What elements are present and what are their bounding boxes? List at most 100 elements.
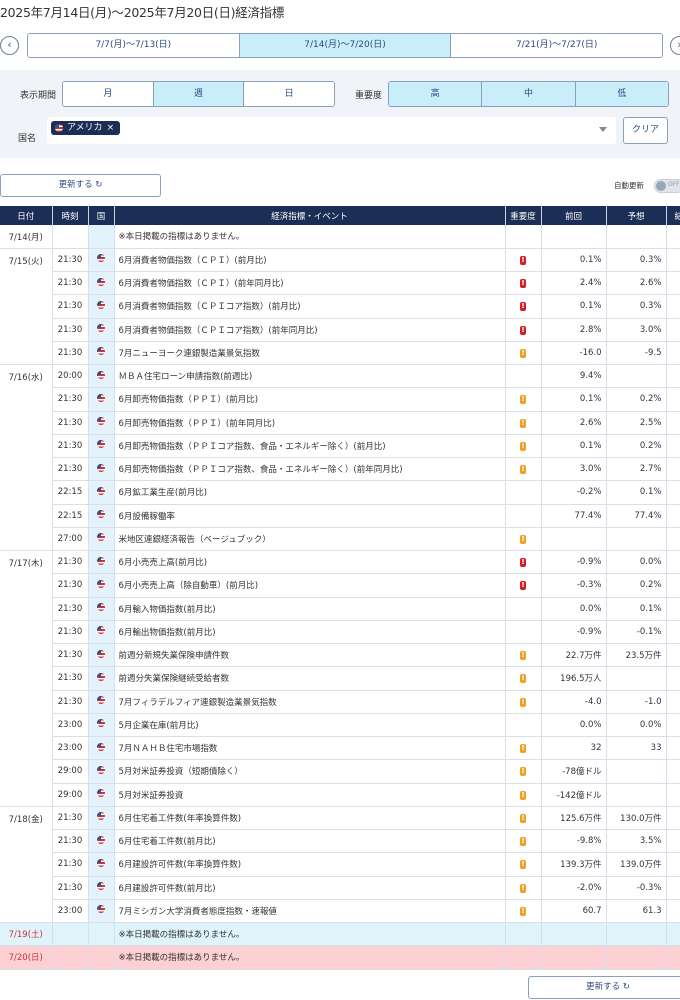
date-cell: 7/16(水) (0, 364, 53, 551)
importance-cell: ! (505, 783, 542, 807)
table-row[interactable]: 23:00 7月ミシガン大学消費者態度指数・速報値! 60.7 61.3 (0, 899, 680, 924)
week-tab-next[interactable]: 7/21(月)～7/27(日) (451, 34, 662, 57)
table-row[interactable]: 21:30 6月消費者物価指数（ＣＰＩコア指数）(前月比)! 0.1% 0.3% (0, 294, 680, 319)
table-row[interactable]: 21:30 6月卸売物価指数（ＰＰＩ）(前年同月比)! 2.6% 2.5% (0, 411, 680, 435)
medium-importance-icon: ! (520, 790, 526, 800)
event-name[interactable]: 6月消費者物価指数（ＣＰＩコア指数）(前年同月比) (114, 318, 506, 342)
event-name[interactable]: 6月住宅着工件数(前月比) (114, 829, 506, 854)
event-name[interactable]: 5月対米証券投資（短期債除く） (114, 759, 506, 784)
table-row[interactable]: 7/18(金) 21:30 6月住宅着工件数(年率換算件数)! 125.6万件 130.… (0, 806, 680, 924)
country-cell (88, 736, 115, 761)
importance-low[interactable]: 低 (575, 82, 668, 106)
table-row[interactable]: 21:30 6月消費者物価指数（ＣＰＩコア指数）(前年同月比)! 2.8% 3.0% (0, 318, 680, 342)
event-name[interactable]: 6月輸入物価指数(前月比) (114, 597, 506, 621)
importance-high[interactable]: 高 (389, 82, 483, 106)
event-name[interactable]: 6月住宅着工件数(年率換算件数) (114, 806, 506, 831)
date-cell: 7/17(木) (0, 550, 53, 807)
table-row[interactable]: 7/16(水) 20:00 ＭＢＡ住宅ローン申請指数(前週比) 9.4% (0, 364, 680, 551)
table-row[interactable]: 21:30 前週分失業保険継続受給者数! 196.5万人 (0, 666, 680, 691)
table-row[interactable]: 21:30 6月住宅着工件数(前月比)! -9.8% 3.5% (0, 829, 680, 854)
auto-refresh-toggle[interactable]: OFF (654, 179, 680, 193)
importance-medium[interactable]: 中 (482, 82, 576, 106)
result-value (666, 573, 680, 598)
table-row[interactable]: 21:30 6月輸入物価指数(前月比) 0.0% 0.1% (0, 597, 680, 621)
week-tab-prev[interactable]: 7/7(月)～7/13(日) (28, 34, 240, 57)
event-name[interactable]: 6月消費者物価指数（ＣＰＩコア指数）(前月比) (114, 294, 506, 319)
table-row[interactable]: 29:00 5月対米証券投資! -142億ドル (0, 783, 680, 807)
event-name[interactable]: 6月建設許可件数(年率換算件数) (114, 852, 506, 877)
time-cell: 21:30 (52, 411, 89, 435)
period-month[interactable]: 月 (63, 82, 154, 106)
table-row[interactable]: 7/15(火) 21:30 6月消費者物価指数（ＣＰＩ）(前月比)! 0.1% 0.3% (0, 248, 680, 366)
table-row[interactable]: 22:15 6月鉱工業生産(前月比) -0.2% 0.1% (0, 480, 680, 505)
table-row[interactable]: 21:30 6月輸出物価指数(前月比) -0.9% -0.1% (0, 620, 680, 645)
event-name[interactable]: 5月対米証券投資 (114, 783, 506, 807)
table-row[interactable]: 29:00 5月対米証券投資（短期債除く）! -78億ドル (0, 759, 680, 784)
country-cell (88, 922, 115, 947)
table-row[interactable]: 7/17(木) 21:30 6月小売売上高(前月比)! -0.9% 0.0% (0, 550, 680, 807)
event-name[interactable]: 6月小売売上高（除自動車）(前月比) (114, 573, 506, 598)
table-row[interactable]: 27:00 米地区連銀経済報告（ベージュブック）! (0, 527, 680, 552)
us-flag-icon (97, 254, 105, 263)
event-name[interactable]: 7月ＮＡＨＢ住宅市場指数 (114, 736, 506, 761)
previous-value: -0.2% (541, 480, 607, 505)
country-select[interactable]: アメリカ × (47, 117, 616, 144)
table-row[interactable]: 21:30 6月卸売物価指数（ＰＰＩコア指数、食品・エネルギー除く）(前年同月比)… (0, 457, 680, 482)
result-value (666, 411, 680, 435)
us-flag-icon (97, 510, 105, 519)
previous-value: 2.6% (541, 411, 607, 435)
result-value (666, 434, 680, 459)
event-name[interactable]: 米地区連銀経済報告（ベージュブック） (114, 527, 506, 552)
forecast-value: 0.1% (606, 597, 667, 621)
period-week[interactable]: 週 (153, 82, 245, 106)
table-row[interactable]: 23:00 5月企業在庫(前月比) 0.0% 0.0% (0, 713, 680, 738)
refresh-button[interactable]: 更新する ↻ (0, 174, 161, 197)
event-name[interactable]: 前週分新規失業保険申請件数 (114, 643, 506, 668)
table-row[interactable]: 22:15 6月設備稼働率 77.4% 77.4% (0, 504, 680, 528)
time-cell (52, 225, 89, 249)
clear-button[interactable]: クリア (623, 117, 668, 144)
event-name[interactable]: 6月鉱工業生産(前月比) (114, 480, 506, 505)
table-row[interactable]: 21:30 7月ニューヨーク連銀製造業景気指数! -16.0 -9.5 (0, 341, 680, 366)
table-row[interactable]: 21:30 6月建設許可件数(年率換算件数)! 139.3万件 139.0万件 (0, 852, 680, 877)
event-name[interactable]: 6月卸売物価指数（ＰＰＩコア指数、食品・エネルギー除く）(前年同月比) (114, 457, 506, 482)
period-day[interactable]: 日 (244, 82, 334, 106)
event-name[interactable]: 6月卸売物価指数（ＰＰＩ）(前年同月比) (114, 411, 506, 435)
week-tab-current[interactable]: 7/14(月)～7/20(日) (239, 34, 452, 57)
event-name[interactable]: 6月輸出物価指数(前月比) (114, 620, 506, 645)
result-value (666, 550, 680, 575)
table-row[interactable]: 21:30 6月小売売上高（除自動車）(前月比)! -0.3% 0.2% (0, 573, 680, 598)
empty-cell (666, 922, 680, 947)
table-row[interactable]: 21:30 前週分新規失業保険申請件数! 22.7万件 23.5万件 (0, 643, 680, 668)
empty-cell (541, 922, 607, 947)
table-row[interactable]: 21:30 7月フィラデルフィア連銀製造業景気指数! -4.0 -1.0 (0, 690, 680, 714)
refresh-button-bottom[interactable]: 更新する ↻ (528, 976, 680, 999)
time-cell: 27:00 (52, 527, 89, 552)
chevron-down-icon[interactable] (599, 127, 607, 132)
chevron-left-icon[interactable]: ‹ (0, 36, 19, 55)
event-name[interactable]: 前週分失業保険継続受給者数 (114, 666, 506, 691)
event-name[interactable]: 7月ミシガン大学消費者態度指数・速報値 (114, 899, 506, 924)
table-row[interactable]: 21:30 6月卸売物価指数（ＰＰＩコア指数、食品・エネルギー除く）(前月比)! 0… (0, 434, 680, 459)
event-name[interactable]: 5月企業在庫(前月比) (114, 713, 506, 738)
event-name[interactable]: ＭＢＡ住宅ローン申請指数(前週比) (114, 364, 506, 389)
event-name[interactable]: 7月ニューヨーク連銀製造業景気指数 (114, 341, 506, 366)
event-name[interactable]: 6月小売売上高(前月比) (114, 550, 506, 575)
event-name[interactable]: 7月フィラデルフィア連銀製造業景気指数 (114, 690, 506, 714)
table-row[interactable]: 21:30 6月消費者物価指数（ＣＰＩ）(前年同月比)! 2.4% 2.6% (0, 271, 680, 296)
table-row[interactable]: 23:00 7月ＮＡＨＢ住宅市場指数! 32 33 (0, 736, 680, 761)
event-name[interactable]: 6月消費者物価指数（ＣＰＩ）(前月比) (114, 248, 506, 273)
country-cell (88, 411, 115, 435)
importance-cell (505, 364, 542, 389)
event-name[interactable]: 6月消費者物価指数（ＣＰＩ）(前年同月比) (114, 271, 506, 296)
event-name[interactable]: 6月卸売物価指数（ＰＰＩコア指数、食品・エネルギー除く）(前月比) (114, 434, 506, 459)
chip-remove-icon[interactable]: × (107, 121, 115, 135)
forecast-value: 3.0% (606, 318, 667, 342)
event-name[interactable]: 6月卸売物価指数（ＰＰＩ）(前月比) (114, 387, 506, 412)
table-row[interactable]: 21:30 6月建設許可件数(前月比)! -2.0% -0.3% (0, 876, 680, 900)
event-name[interactable]: 6月設備稼働率 (114, 504, 506, 528)
chevron-right-icon[interactable]: › (670, 36, 680, 55)
empty-cell (541, 225, 607, 249)
table-row[interactable]: 21:30 6月卸売物価指数（ＰＰＩ）(前月比)! 0.1% 0.2% (0, 387, 680, 412)
event-name[interactable]: 6月建設許可件数(前月比) (114, 876, 506, 900)
